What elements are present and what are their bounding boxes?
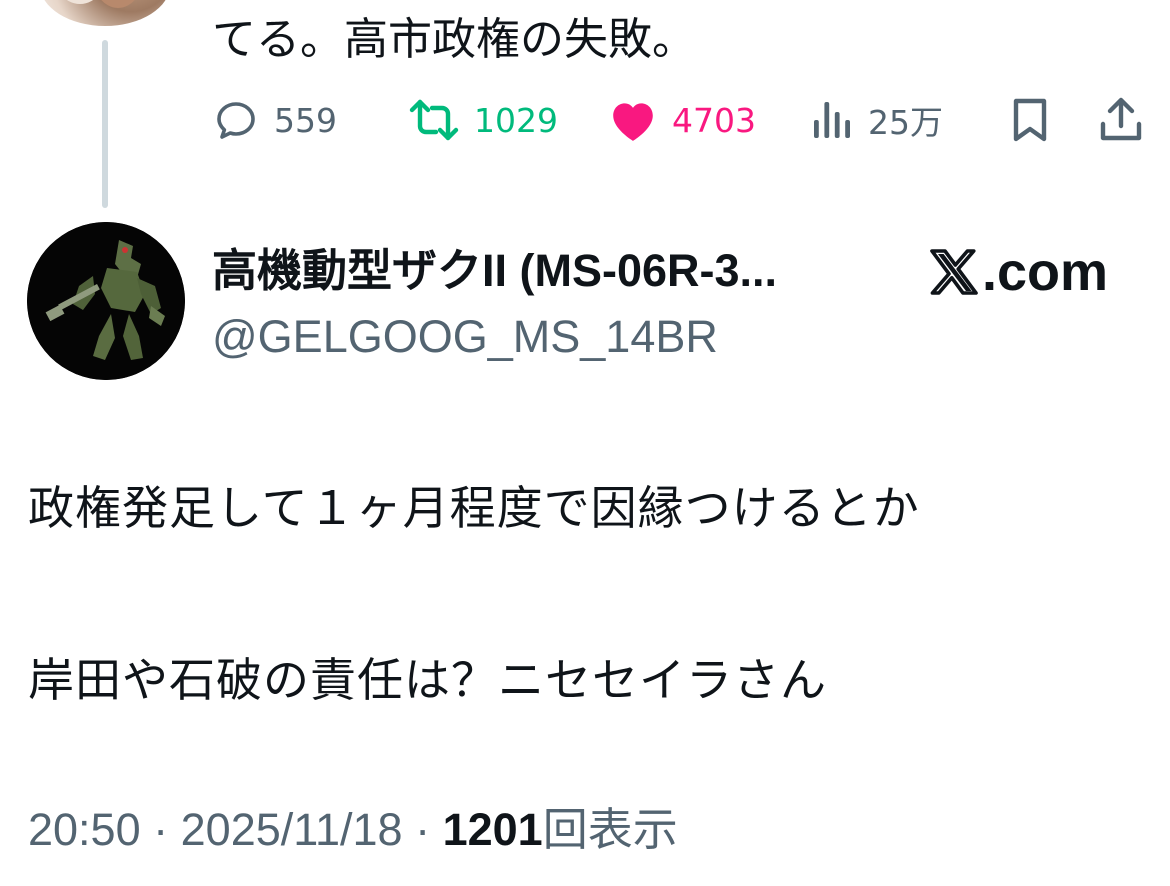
parent-tweet-text: てる。高市政権の失敗。: [212, 14, 696, 65]
reply-count: 559: [274, 100, 337, 140]
like-icon: [608, 97, 658, 143]
display-name[interactable]: 高機動型ザクII (MS-06R-3...: [212, 240, 777, 302]
share-button[interactable]: [1098, 92, 1144, 148]
retweet-button[interactable]: 1029: [408, 92, 558, 148]
meta-separator: ·: [415, 804, 431, 855]
user-handle[interactable]: @GELGOOG_MS_14BR: [212, 308, 718, 366]
bookmark-icon: [1010, 96, 1050, 144]
share-icon: [1098, 96, 1144, 144]
thread-connector-line: [102, 40, 108, 208]
tweet-body-line-1: 政権発足して１ヶ月程度で因縁つけるとか: [28, 481, 920, 535]
x-com-source-label: .com: [930, 240, 1108, 304]
tweet-time[interactable]: 20:50: [28, 804, 141, 855]
bookmark-button[interactable]: [1010, 92, 1050, 148]
parent-avatar[interactable]: [40, 0, 170, 26]
views-icon: [810, 98, 854, 142]
meta-separator: ·: [153, 804, 169, 855]
tweet-views-label: 回表示: [542, 804, 678, 855]
retweet-count: 1029: [474, 100, 558, 140]
views-button[interactable]: 25万: [810, 92, 943, 148]
source-domain-text: .com: [982, 242, 1109, 302]
x-logo-icon: [930, 249, 982, 295]
parent-tweet-actions: 559 1029 4703 25万: [212, 92, 1157, 148]
views-count: 25万: [868, 103, 943, 142]
tweet-body-line-2: 岸田や石破の責任は？ニセセイラさん: [28, 653, 827, 707]
tweet-metadata: 20:50 · 2025/11/18 · 1201回表示: [28, 800, 678, 860]
user-avatar[interactable]: [27, 222, 185, 380]
retweet-icon: [408, 96, 460, 144]
tweet-date[interactable]: 2025/11/18: [181, 804, 403, 855]
tweet-views-count[interactable]: 1201: [443, 804, 543, 855]
reply-icon: [212, 96, 260, 144]
reply-button[interactable]: 559: [212, 92, 337, 148]
like-button[interactable]: 4703: [608, 92, 756, 148]
like-count: 4703: [672, 100, 756, 140]
